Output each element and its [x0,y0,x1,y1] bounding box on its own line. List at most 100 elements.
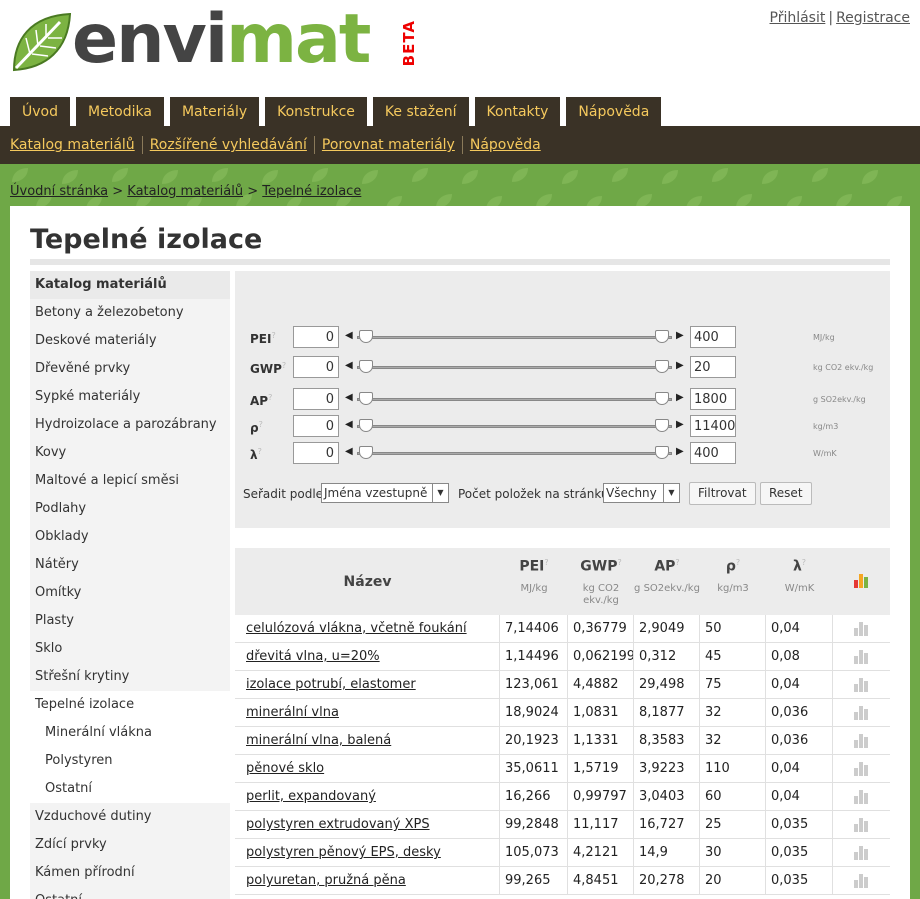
help-icon[interactable]: ? [544,558,548,567]
column-header-name[interactable]: Název [235,548,500,615]
bar-chart-icon[interactable] [853,649,870,664]
subnav-katalog[interactable]: Katalog materiálů [10,137,135,153]
slider-track[interactable] [357,425,672,428]
column-header-ap[interactable]: AP? g SO2ekv./kg [634,548,700,615]
bar-chart-icon[interactable] [853,761,870,776]
help-icon[interactable]: ? [271,331,275,340]
column-header-rho[interactable]: ρ? kg/m3 [700,548,766,615]
slider-min-handle[interactable] [359,419,373,432]
breadcrumb-home[interactable]: Úvodní stránka [10,184,108,199]
material-link[interactable]: polyuretan, pružná pěna [246,873,406,888]
material-link[interactable]: minerální vlna [246,705,339,720]
slider-track[interactable] [357,336,672,339]
column-header-lambda[interactable]: λ? W/mK [766,548,833,615]
sidebar-item[interactable]: Hydroizolace a parozábrany [30,411,230,439]
compare-cell[interactable] [833,839,890,867]
bar-chart-icon[interactable] [853,677,870,692]
compare-cell[interactable] [833,727,890,755]
sidebar-item[interactable]: Dřevěné prvky [30,355,230,383]
sidebar-item[interactable]: Betony a železobetony [30,299,230,327]
material-link[interactable]: perlit, expandovaný [246,789,376,804]
help-icon[interactable]: ? [282,361,286,370]
sidebar-item[interactable]: Obklady [30,523,230,551]
reset-button[interactable]: Reset [760,482,812,505]
nav-tab-materialy[interactable]: Materiály [169,97,260,126]
slider-min-handle[interactable] [359,446,373,459]
bar-chart-icon[interactable] [853,621,870,636]
sidebar-item[interactable]: Omítky [30,579,230,607]
slider-max-handle[interactable] [655,360,669,373]
per-page-select[interactable]: Všechny ▼ [603,483,680,503]
help-icon[interactable]: ? [736,558,740,567]
subnav-porovnat[interactable]: Porovnat materiály [322,137,455,153]
filter-min-input[interactable]: 0 [293,356,339,378]
arrow-right-icon[interactable]: ▶ [676,419,684,430]
filter-max-input[interactable]: 11400 [690,415,736,437]
arrow-right-icon[interactable]: ▶ [676,392,684,403]
bar-chart-icon[interactable] [853,817,870,832]
sidebar-item[interactable]: Ostatní [30,775,230,803]
arrow-right-icon[interactable]: ▶ [676,360,684,371]
slider-min-handle[interactable] [359,392,373,405]
column-header-compare[interactable] [833,548,890,615]
sidebar-item[interactable]: Deskové materiály [30,327,230,355]
nav-tab-ke-stazeni[interactable]: Ke stažení [372,97,469,126]
nav-tab-konstrukce[interactable]: Konstrukce [265,97,367,126]
slider-max-handle[interactable] [655,392,669,405]
sidebar-item[interactable]: Sklo [30,635,230,663]
material-link[interactable]: dřevitá vlna, u=20% [246,649,380,664]
sidebar-item[interactable]: Střešní krytiny [30,663,230,691]
sidebar-item[interactable]: Nátěry [30,551,230,579]
sidebar-item[interactable]: Tepelné izolace [30,691,230,719]
material-link[interactable]: polystyren pěnový EPS, desky [246,845,441,860]
compare-cell[interactable] [833,699,890,727]
help-icon[interactable]: ? [259,420,263,429]
subnav-napoveda[interactable]: Nápověda [470,137,541,153]
arrow-right-icon[interactable]: ▶ [676,446,684,457]
compare-cell[interactable] [833,615,890,643]
slider-max-handle[interactable] [655,419,669,432]
slider-max-handle[interactable] [655,330,669,343]
breadcrumb-current[interactable]: Tepelné izolace [262,184,361,199]
sidebar-item[interactable]: Sypké materiály [30,383,230,411]
sidebar-item[interactable]: Ostatní [30,887,230,899]
help-icon[interactable]: ? [617,558,621,567]
material-link[interactable]: pěnové sklo [246,761,324,776]
help-icon[interactable]: ? [268,393,272,402]
sidebar-item[interactable]: Vzduchové dutiny [30,803,230,831]
logo[interactable]: envimat BETA [10,6,420,78]
bar-chart-icon[interactable] [853,705,870,720]
bar-chart-icon[interactable] [853,873,870,888]
sidebar-item[interactable]: Maltové a lepicí směsi [30,467,230,495]
compare-cell[interactable] [833,783,890,811]
slider-track[interactable] [357,366,672,369]
compare-cell[interactable] [833,643,890,671]
filter-min-input[interactable]: 0 [293,388,339,410]
sidebar-item[interactable]: Kovy [30,439,230,467]
sort-select[interactable]: Jména vzestupně ▼ [321,483,449,503]
filter-min-input[interactable]: 0 [293,415,339,437]
filter-max-input[interactable]: 400 [690,326,736,348]
compare-cell[interactable] [833,867,890,895]
arrow-left-icon[interactable]: ◀ [345,330,353,341]
sidebar-item[interactable]: Katalog materiálů [30,271,230,299]
filter-max-input[interactable]: 1800 [690,388,736,410]
sidebar-item[interactable]: Plasty [30,607,230,635]
arrow-left-icon[interactable]: ◀ [345,392,353,403]
material-link[interactable]: polystyren extrudovaný XPS [246,817,430,832]
bar-chart-icon[interactable] [853,733,870,748]
login-link[interactable]: Přihlásit [770,10,826,26]
nav-tab-kontakty[interactable]: Kontakty [474,97,561,126]
slider-track[interactable] [357,398,672,401]
slider-max-handle[interactable] [655,446,669,459]
material-link[interactable]: izolace potrubí, elastomer [246,677,416,692]
filter-max-input[interactable]: 20 [690,356,736,378]
material-link[interactable]: celulózová vlákna, včetně foukání [246,621,467,636]
sidebar-item[interactable]: Podlahy [30,495,230,523]
nav-tab-napoveda[interactable]: Nápověda [566,97,662,126]
arrow-left-icon[interactable]: ◀ [345,446,353,457]
sidebar-item[interactable]: Polystyren [30,747,230,775]
slider-min-handle[interactable] [359,360,373,373]
filter-min-input[interactable]: 0 [293,442,339,464]
slider-track[interactable] [357,452,672,455]
